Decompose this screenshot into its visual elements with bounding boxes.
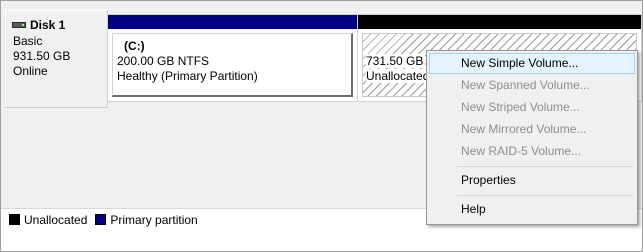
disk-status: Online [13, 64, 48, 78]
context-menu: New Simple Volume... New Spanned Volume.… [426, 50, 638, 225]
partition-c-title: (C:) [124, 39, 145, 53]
disk-info-box[interactable]: Disk 1 Basic 931.50 GB Online [5, 10, 108, 108]
disk-type: Basic [13, 34, 43, 48]
primary-partition-bar [108, 15, 357, 29]
menu-separator [457, 166, 633, 167]
hard-disk-icon [12, 20, 26, 30]
disk-title: Disk 1 [12, 18, 65, 32]
unallocated-size: 731.50 GB [366, 54, 426, 68]
partition-c-status: Healthy (Primary Partition) [117, 69, 258, 83]
legend-swatch-primary [95, 214, 107, 225]
menu-item-new-striped-volume[interactable]: New Striped Volume... [429, 97, 635, 118]
menu-item-help[interactable]: Help [429, 199, 635, 220]
legend-label-primary: Primary partition [110, 212, 198, 227]
menu-item-properties[interactable]: Properties [429, 170, 635, 191]
menu-item-new-spanned-volume[interactable]: New Spanned Volume... [429, 75, 635, 96]
legend-label-unallocated: Unallocated [24, 212, 88, 227]
unallocated-status: Unallocated [366, 69, 430, 83]
menu-item-new-raid5-volume[interactable]: New RAID-5 Volume... [429, 141, 635, 162]
disk-size: 931.50 GB [13, 49, 71, 63]
disk-name: Disk 1 [30, 18, 66, 32]
unallocated-bar [358, 15, 641, 29]
menu-item-new-simple-volume[interactable]: New Simple Volume... [429, 53, 635, 74]
menu-separator [457, 195, 633, 196]
partition-c-body: (C:) 200.00 GB NTFS Healthy (Primary Par… [112, 33, 353, 97]
partition-c-size: 200.00 GB NTFS [117, 54, 210, 68]
menu-item-new-mirrored-volume[interactable]: New Mirrored Volume... [429, 119, 635, 140]
partition-c[interactable]: (C:) 200.00 GB NTFS Healthy (Primary Par… [107, 14, 358, 102]
legend-swatch-unallocated [9, 214, 20, 225]
legend-item-primary: Primary partition [95, 212, 198, 227]
legend-item-unallocated: Unallocated [9, 213, 87, 227]
